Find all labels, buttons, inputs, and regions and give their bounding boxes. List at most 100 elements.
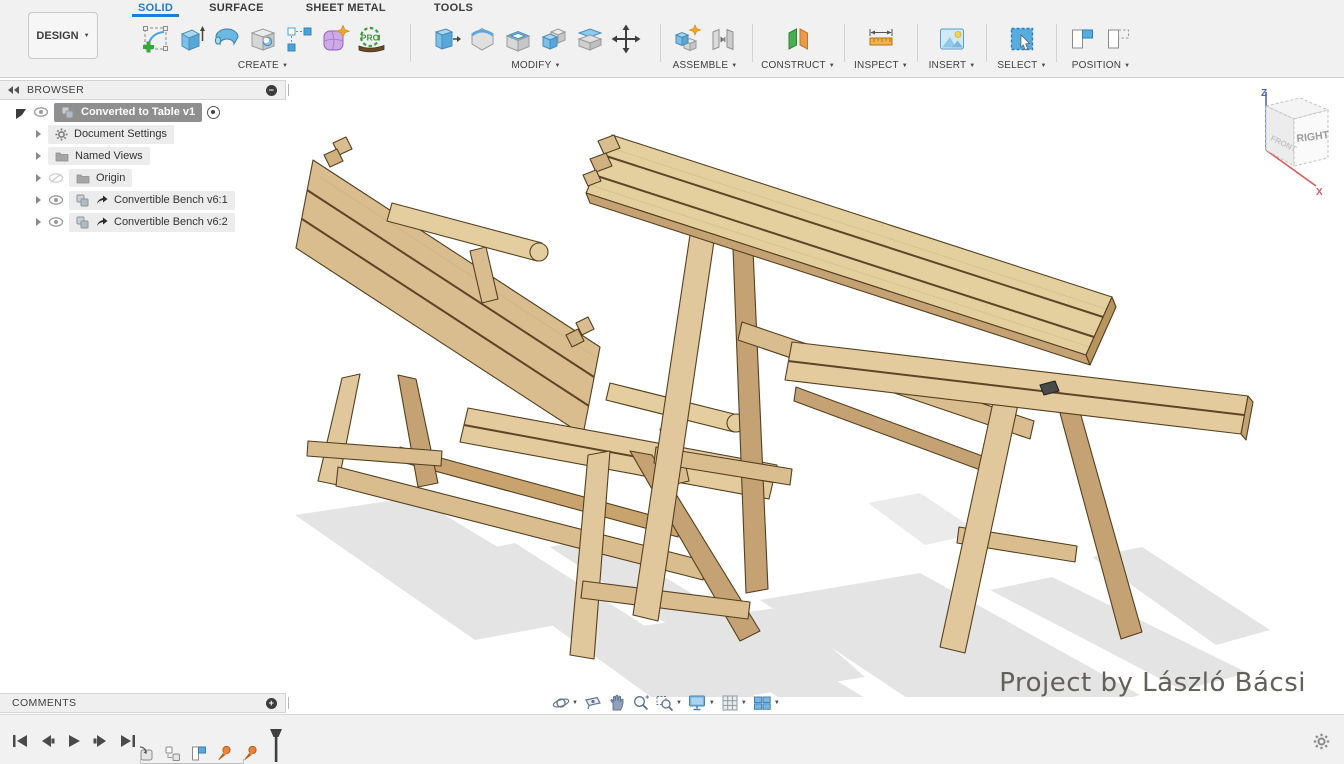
go-to-end-button[interactable] [120,734,136,748]
create-sketch-button[interactable] [138,21,172,57]
tab-solid[interactable]: SOLID [132,0,179,17]
visibility-eye-icon[interactable] [48,216,64,228]
select-dropdown[interactable]: SELECT▼ [990,60,1054,71]
minimize-panel-icon[interactable]: − [266,85,277,96]
assemble-dropdown[interactable]: ASSEMBLE▼ [664,60,746,71]
toolbar: DESIGN▼ SOLID SURFACE SHEET METAL TOOLS [0,0,1344,78]
display-settings-icon [688,694,707,712]
new-component-button[interactable] [670,21,704,57]
step-forward-button[interactable] [93,734,109,748]
move-copy-button[interactable] [609,21,643,57]
folder-icon [55,151,69,162]
expand-icon[interactable] [36,152,41,160]
tab-surface[interactable]: SURFACE [203,0,270,17]
create-form-button[interactable] [318,21,352,57]
hole-button[interactable] [246,21,280,57]
design-canvas[interactable] [280,85,1270,697]
look-at-button[interactable] [584,694,602,712]
activate-component-radio[interactable] [207,106,220,119]
rectangular-pattern-button[interactable] [282,21,316,57]
expand-icon[interactable] [36,218,41,226]
tree-row-origin[interactable]: Origin [0,167,286,189]
timeline-bar [0,714,1344,764]
panel-grip[interactable] [288,84,291,96]
comments-panel-header[interactable]: COMMENTS + [0,693,286,713]
browser-panel-header[interactable]: BROWSER − [0,80,286,100]
press-pull-icon [431,24,461,54]
timeline-settings-gear-icon[interactable] [1313,733,1330,750]
group-assemble: ASSEMBLE▼ [664,20,746,71]
expand-icon[interactable] [36,174,41,182]
revert-position-button[interactable] [1102,21,1136,57]
tree-row-bench-2[interactable]: Convertible Bench v6:2 [0,211,286,233]
display-settings-button[interactable]: ▼ [688,694,715,712]
navigation-toolbar: ▼ [552,692,780,714]
fillet-button[interactable] [465,21,499,57]
joint-button[interactable] [706,21,740,57]
tree-row-named-views[interactable]: Named Views [0,145,286,167]
select-button[interactable] [1005,21,1039,57]
add-comment-icon[interactable]: + [266,698,277,709]
window-zoom-button[interactable]: ▼ [656,694,682,712]
pan-button[interactable] [608,694,626,712]
inspect-dropdown[interactable]: INSPECT▼ [848,60,914,71]
joint-icon [708,24,738,54]
press-pull-button[interactable] [429,21,463,57]
select-icon [1007,24,1037,54]
revolve-button[interactable] [210,21,244,57]
orbit-button[interactable]: ▼ [552,694,578,712]
capture-position-button[interactable] [1066,21,1100,57]
construct-dropdown[interactable]: CONSTRUCT▼ [756,60,840,71]
visibility-off-eye-icon[interactable] [48,172,64,184]
project-watermark: Project by László Bácsi [999,668,1306,698]
hole-icon [248,24,278,54]
visibility-eye-icon[interactable] [33,106,49,118]
measure-button[interactable] [864,21,898,57]
viewports-button[interactable]: ▼ [753,694,780,712]
step-back-button[interactable] [39,734,55,748]
create-dropdown[interactable]: CREATE▼ [120,60,406,71]
capture-position-icon [1068,24,1098,54]
pin-icon[interactable] [242,745,259,762]
collapse-panel-icon[interactable] [8,86,19,94]
zoom-button[interactable] [632,694,650,712]
chevron-down-icon: ▼ [572,700,578,706]
design-menu-button[interactable]: DESIGN▼ [28,12,98,59]
tab-sheet-metal[interactable]: SHEET METAL [300,0,392,17]
chevron-down-icon: ▼ [676,700,682,706]
insert-image-button[interactable] [935,21,969,57]
play-button[interactable] [66,734,82,748]
go-to-start-button[interactable] [12,734,28,748]
pro-feature-button[interactable]: PRO [354,21,388,57]
tree-row-document-settings[interactable]: Document Settings [0,123,286,145]
group-inspect: INSPECT▼ [848,20,914,71]
viewcube[interactable]: FRONT RIGHT Z X [1236,84,1340,196]
extrude-button[interactable] [174,21,208,57]
insert-dropdown[interactable]: INSERT▼ [920,60,984,71]
combine-button[interactable] [537,21,571,57]
expand-icon[interactable] [36,130,41,138]
split-body-button[interactable] [573,21,607,57]
component-root-item[interactable]: Converted to Table v1 [54,103,202,122]
revert-position-icon [1104,24,1134,54]
expand-icon[interactable] [16,109,26,119]
tree-row-bench-1[interactable]: Convertible Bench v6:1 [0,189,286,211]
visibility-eye-icon[interactable] [48,194,64,206]
pro-feature-icon: PRO [356,24,386,54]
position-dropdown[interactable]: POSITION▼ [1060,60,1142,71]
modify-dropdown[interactable]: MODIFY▼ [416,60,656,71]
panel-grip[interactable] [288,697,291,709]
gear-icon [55,128,68,141]
construction-plane-button[interactable] [781,21,815,57]
window-zoom-icon [656,694,674,712]
grid-display-button[interactable]: ▼ [721,694,747,712]
shell-button[interactable] [501,21,535,57]
timeline-playhead[interactable] [268,729,284,762]
tab-tools[interactable]: TOOLS [428,0,479,17]
chevron-down-icon: ▼ [774,700,780,706]
tree-row-root[interactable]: Converted to Table v1 [0,101,286,123]
measure-icon [866,24,896,54]
move-icon [611,24,641,54]
timeline-group-bracket [140,759,244,764]
expand-icon[interactable] [36,196,41,204]
